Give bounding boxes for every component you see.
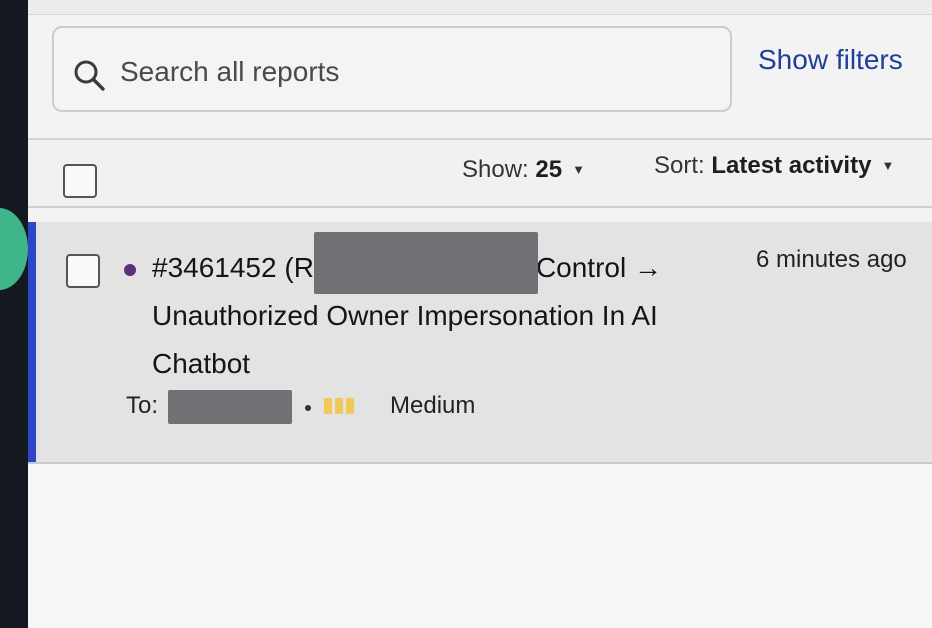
page-size-dropdown[interactable]: Show: 25 ▼ bbox=[462, 156, 585, 184]
search-icon bbox=[74, 60, 105, 91]
sort-label: Sort: bbox=[654, 152, 705, 179]
top-strip bbox=[28, 0, 932, 15]
reports-screen: Show filters Show: 25 ▼ Sort: Latest acti… bbox=[28, 0, 932, 628]
device-bezel bbox=[0, 0, 28, 628]
chevron-down-icon: ▼ bbox=[881, 158, 895, 173]
redaction-block bbox=[168, 390, 292, 424]
show-label: Show: bbox=[462, 156, 529, 183]
divider bbox=[28, 206, 932, 208]
status-dot bbox=[124, 264, 136, 276]
chevron-down-icon: ▼ bbox=[572, 162, 585, 177]
report-timestamp: 6 minutes ago bbox=[756, 246, 907, 273]
list-toolbar: Show: 25 ▼ Sort: Latest activity ▼ bbox=[28, 140, 932, 206]
redaction-block bbox=[314, 232, 538, 294]
report-row[interactable]: #3461452 (RT: Broken Access Control → Un… bbox=[28, 222, 932, 464]
recipient-label: To: bbox=[126, 392, 159, 419]
sort-dropdown[interactable]: Sort: Latest activity ▼ bbox=[654, 152, 894, 180]
sort-value: Latest activity bbox=[711, 152, 872, 179]
report-checkbox[interactable] bbox=[66, 254, 100, 288]
report-title-prefix: #3461452 ( bbox=[152, 252, 294, 283]
show-filters-link[interactable]: Show filters bbox=[758, 44, 903, 76]
search-input[interactable] bbox=[120, 50, 720, 94]
severity-bars-icon bbox=[324, 398, 357, 419]
select-all-checkbox[interactable] bbox=[63, 164, 97, 198]
show-value: 25 bbox=[535, 156, 563, 183]
empty-list-area bbox=[28, 464, 932, 628]
selected-accent-bar bbox=[28, 222, 36, 462]
search-box[interactable] bbox=[52, 26, 732, 112]
severity-label: Medium bbox=[390, 392, 476, 419]
separator-dot bbox=[305, 405, 311, 411]
